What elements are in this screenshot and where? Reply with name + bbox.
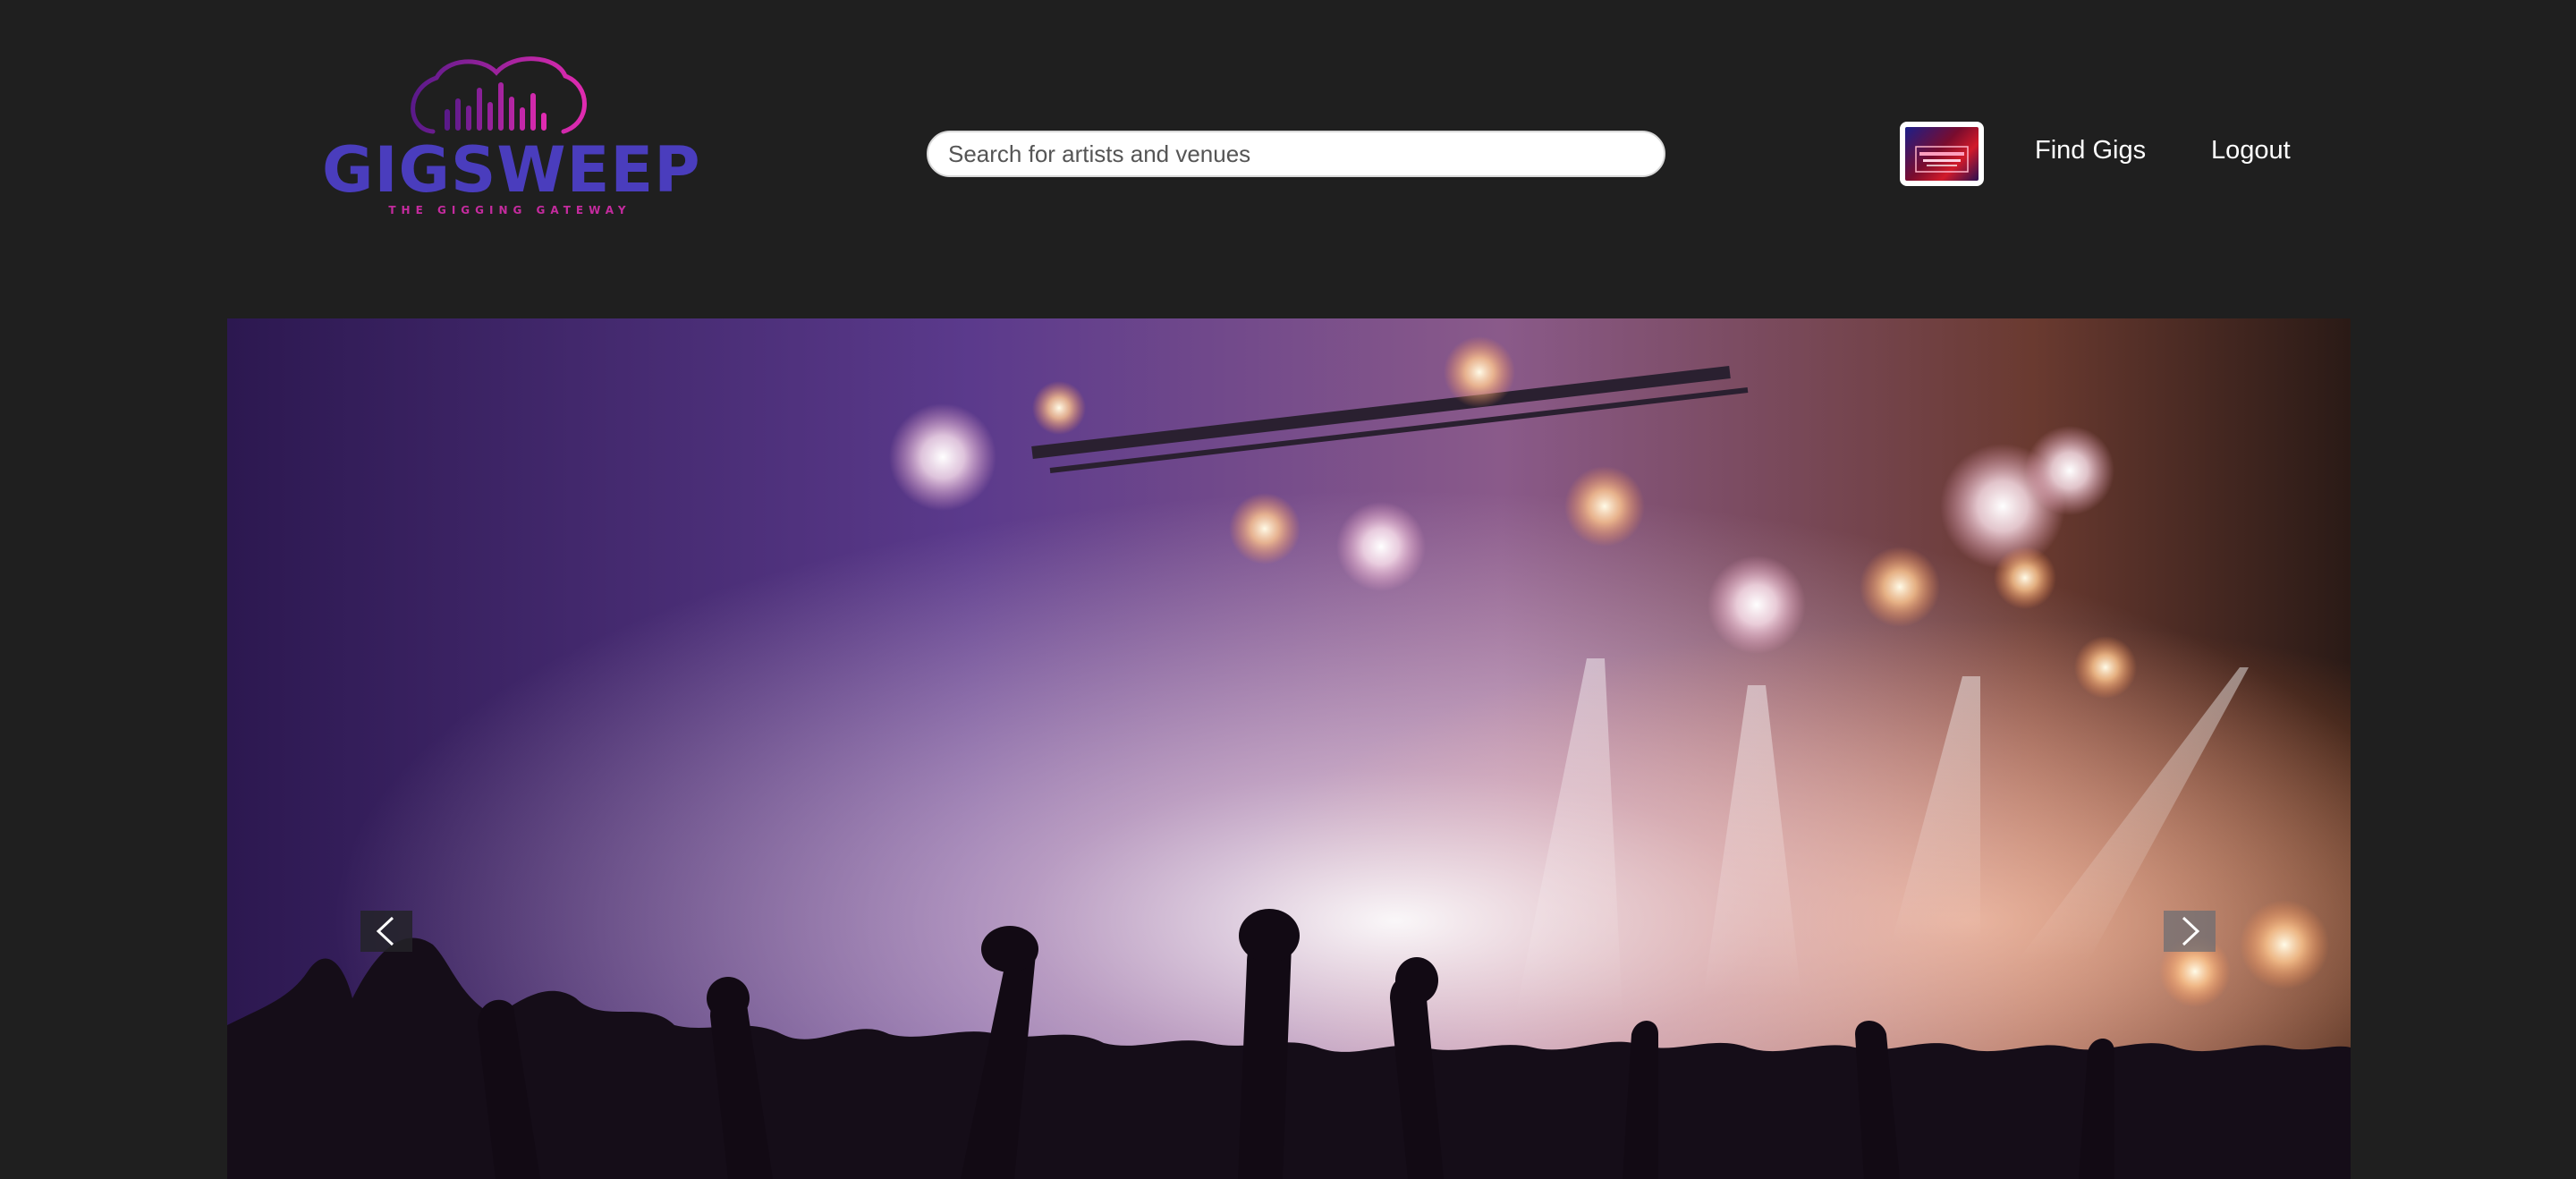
search-input[interactable]: [927, 131, 1665, 177]
logo-wordmark: GIGSWEEP: [322, 133, 701, 207]
carousel-next-button[interactable]: [2164, 911, 2216, 952]
chevron-left-icon: [376, 916, 394, 946]
find-gigs-link[interactable]: Find Gigs: [2035, 134, 2146, 166]
gigsweep-logo[interactable]: GIGSWEEP THE GIGGING GATEWAY: [322, 49, 701, 228]
profile-avatar[interactable]: [1900, 122, 1984, 186]
logo-tagline: THE GIGGING GATEWAY: [388, 204, 631, 216]
concert-crowd-image: [227, 318, 2351, 1179]
hero-carousel: [227, 318, 2351, 1179]
page: GIGSWEEP THE GIGGING GATEWAY Find Gigs L…: [0, 0, 2576, 1179]
chevron-right-icon: [2182, 916, 2200, 946]
carousel-prev-button[interactable]: [360, 911, 412, 952]
profile-picture-icon: [1911, 141, 1973, 180]
logout-link[interactable]: Logout: [2211, 134, 2291, 166]
